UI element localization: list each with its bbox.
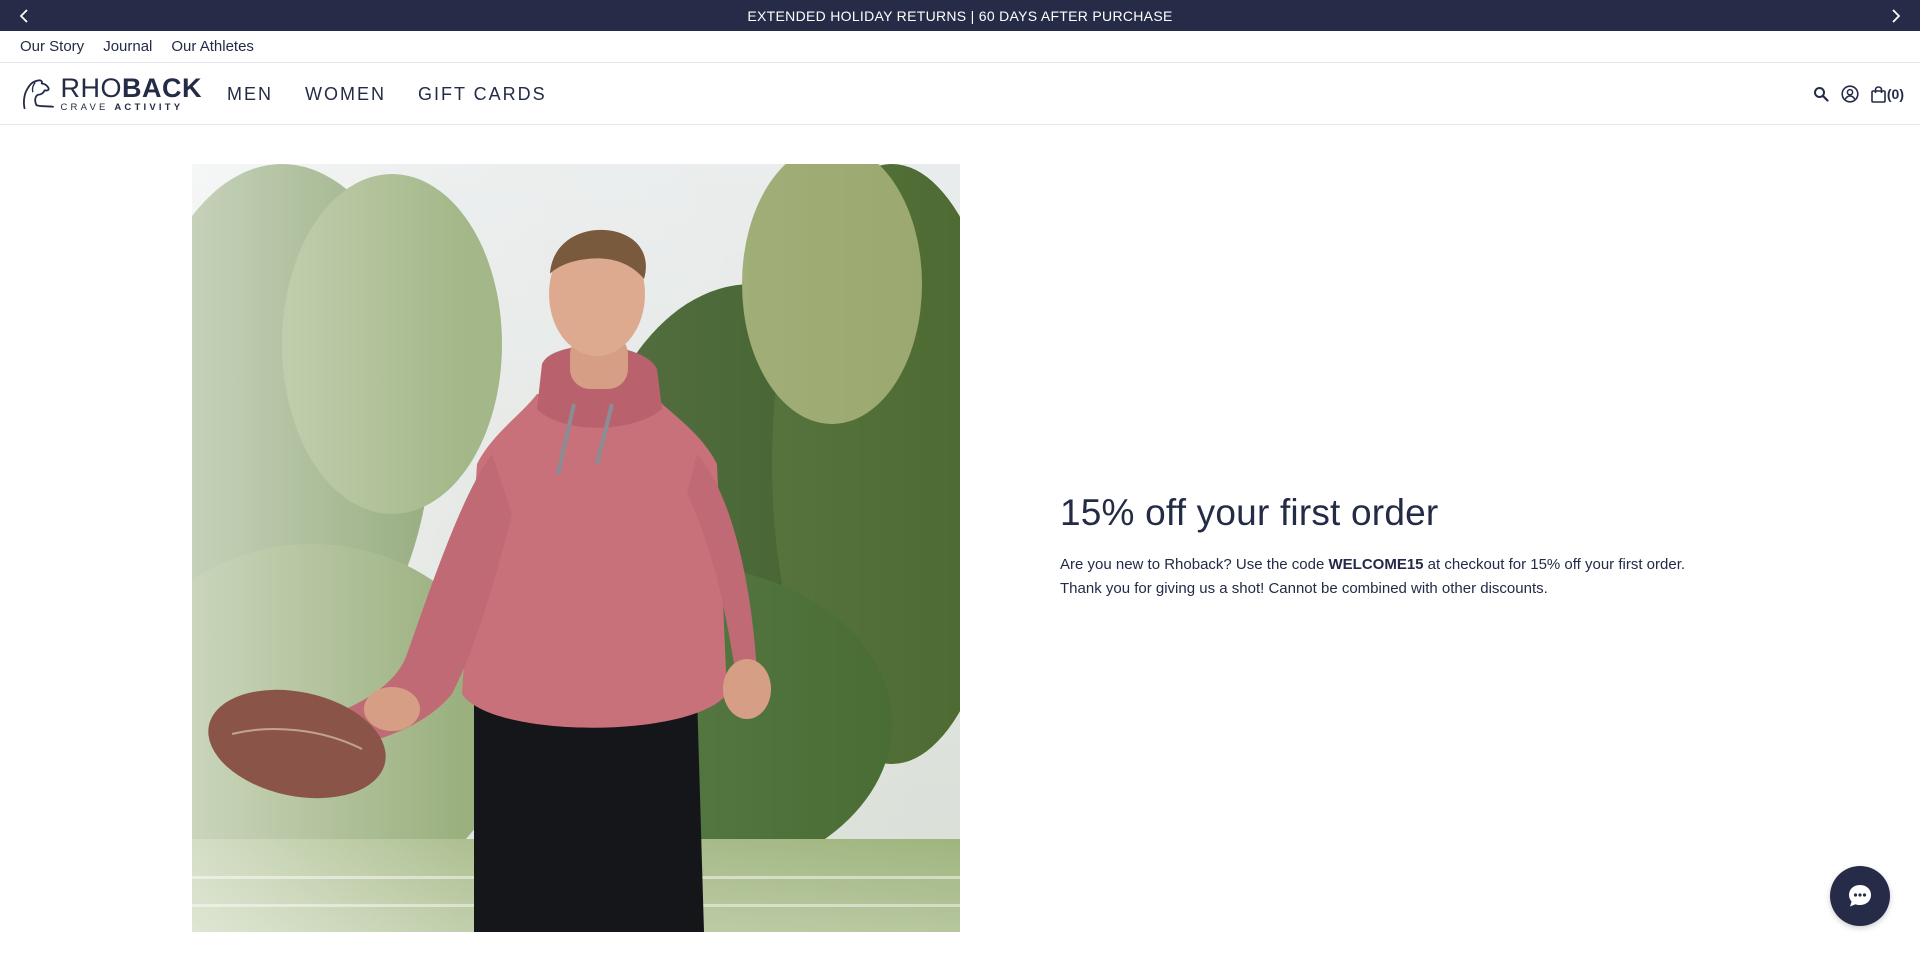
nav-item-women[interactable]: WOMEN [305,84,386,105]
announcement-bar: EXTENDED HOLIDAY RETURNS | 60 DAYS AFTER… [0,0,1920,31]
promo-content: 15% off your first order Are you new to … [1060,492,1760,601]
search-button[interactable] [1813,86,1829,102]
chat-launcher-button[interactable] [1830,866,1890,926]
logo-text-light: RHO [60,73,122,104]
header-actions: (0) [1801,63,1904,125]
hero-photo-illustration [192,164,960,932]
main-header: RHOBACK CRAVE ACTIVITY MEN WOMEN GIFT CA… [0,63,1920,125]
nav-item-men[interactable]: MEN [227,84,273,105]
site-logo[interactable]: RHOBACK CRAVE ACTIVITY [20,72,202,116]
chevron-right-icon [1892,8,1901,23]
utility-link-journal[interactable]: Journal [103,38,152,55]
chevron-left-icon [19,8,28,23]
account-button[interactable] [1841,85,1859,103]
utility-link-our-story[interactable]: Our Story [20,38,84,55]
shopping-bag-icon [1871,85,1886,103]
announcement-next-button[interactable] [1876,0,1916,31]
promo-text-suffix: at checkout for 15% off your first order… [1423,556,1686,573]
logo-wordmark: RHOBACK CRAVE ACTIVITY [61,75,203,113]
utility-link-our-athletes[interactable]: Our Athletes [171,38,254,55]
promo-text-prefix: Are you new to Rhoback? Use the code [1060,556,1329,573]
account-icon [1841,85,1859,103]
cart-button[interactable]: (0) [1871,85,1904,103]
announcement-text: EXTENDED HOLIDAY RETURNS | 60 DAYS AFTER… [747,7,1173,24]
logo-tagline-bold: ACTIVITY [114,102,184,114]
cart-count: (0) [1886,86,1904,102]
dog-head-logo-icon [23,79,54,110]
hero-image [192,164,960,932]
logo-tagline-light: CRAVE [60,102,115,114]
chat-bubble-icon [1849,885,1871,907]
promo-title: 15% off your first order [1060,492,1439,533]
announcement-prev-button[interactable] [4,0,44,31]
promo-code: WELCOME15 [1328,556,1424,573]
search-icon [1813,87,1829,102]
utility-nav: Our Story Journal Our Athletes [0,31,1920,63]
promo-description: Are you new to Rhoback? Use the code WEL… [1060,553,1760,601]
nav-item-gift-cards[interactable]: GIFT CARDS [418,84,547,105]
logo-text-bold: BACK [122,73,202,104]
promo-text-line2: Thank you for giving us a shot! Cannot b… [1060,580,1548,597]
primary-nav: MEN WOMEN GIFT CARDS [227,63,579,125]
